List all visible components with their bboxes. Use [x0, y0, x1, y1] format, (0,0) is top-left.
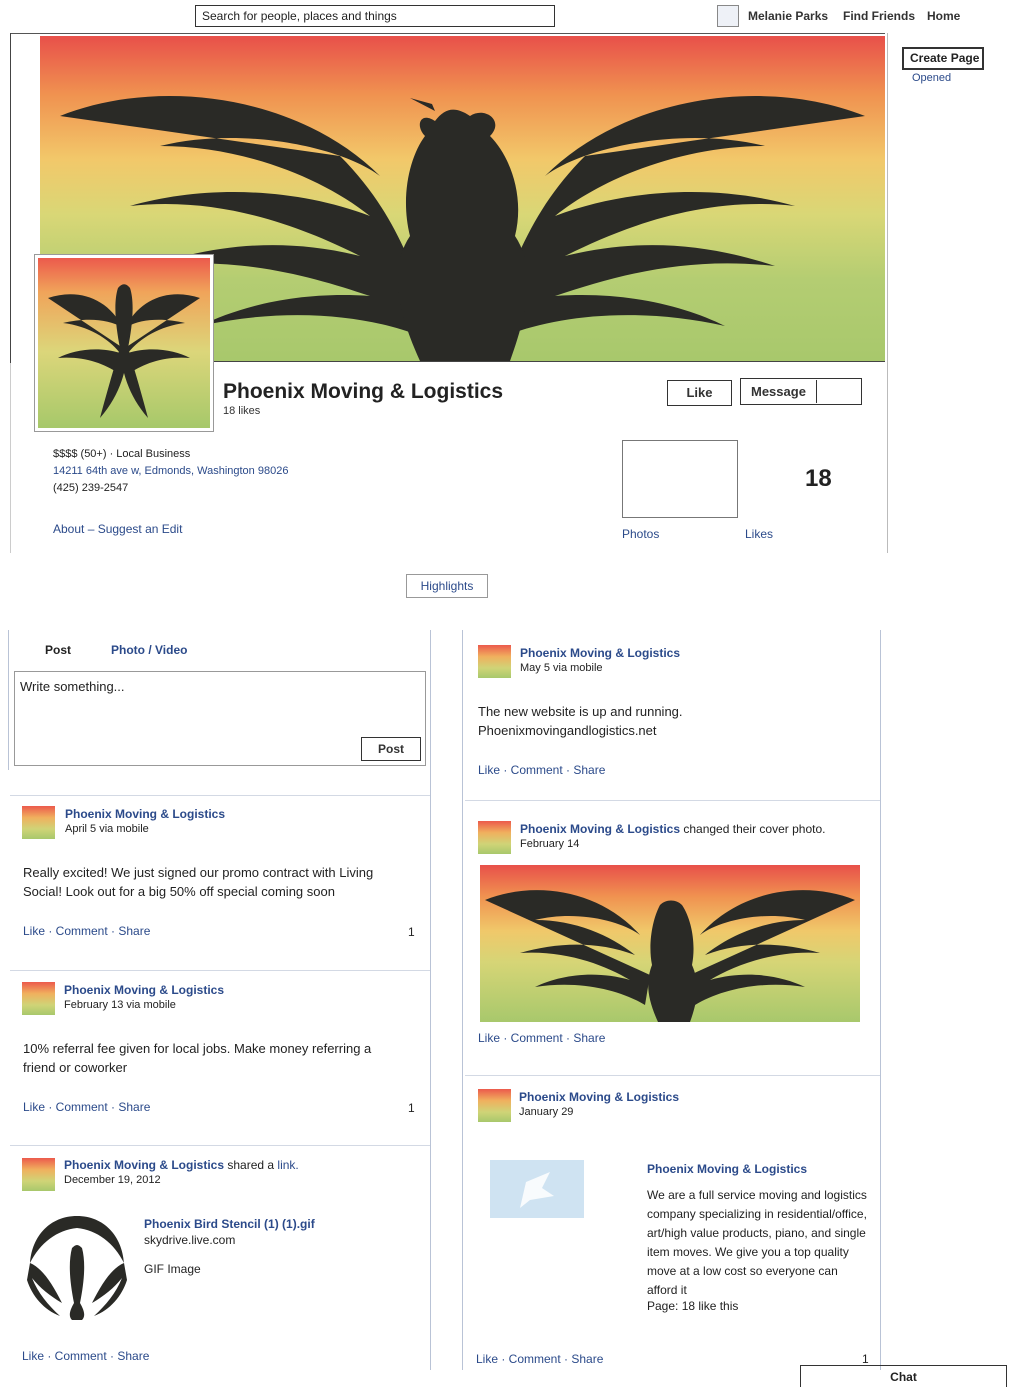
post-author-avatar[interactable] [22, 1158, 55, 1191]
page-title[interactable]: Phoenix Moving & Logistics [223, 380, 503, 404]
phoenix-cover-thumb-art [485, 890, 855, 1022]
post-separator [465, 1075, 880, 1076]
shared-page-title[interactable]: Phoenix Moving & Logistics [647, 1162, 807, 1176]
cover-photo-preview[interactable] [480, 865, 860, 1022]
page-frame-edge-lower [10, 363, 11, 553]
shared-link-domain: skydrive.live.com [144, 1233, 236, 1247]
right-column-edge [462, 630, 463, 1370]
phoenix-profile-art [48, 284, 200, 418]
highlights-toggle[interactable]: Highlights [406, 574, 488, 598]
business-address[interactable]: 14211 64th ave w, Edmonds, Washington 98… [53, 465, 288, 477]
post-action-text: shared a [227, 1158, 275, 1172]
find-friends-link[interactable]: Find Friends [843, 9, 915, 23]
post-separator [10, 1145, 430, 1146]
post-separator [10, 970, 430, 971]
search-input[interactable]: Search for people, places and things [195, 5, 555, 27]
create-page-button[interactable]: Create Page [902, 47, 984, 70]
shared-page-description: We are a full service moving and logisti… [647, 1188, 867, 1297]
post-actions[interactable]: Like · Comment · Share [22, 1349, 149, 1363]
post-author-link[interactable]: Phoenix Moving & Logistics [65, 807, 225, 821]
post-author-avatar[interactable] [22, 806, 55, 839]
home-link[interactable]: Home [927, 9, 960, 23]
business-category: $$$$ (50+) · Local Business [53, 448, 191, 460]
composer-tab-post[interactable]: Post [45, 643, 71, 657]
page-frame-edge [10, 33, 11, 363]
post-body: Really excited! We just signed our promo… [23, 865, 374, 899]
rail-opened-link[interactable]: Opened [912, 72, 951, 84]
post-author-avatar[interactable] [478, 645, 511, 678]
page-placeholder-icon [520, 1172, 554, 1208]
post-actions[interactable]: Like · Comment · Share [478, 763, 605, 777]
post-actions[interactable]: Like · Comment · Share [23, 1100, 150, 1114]
post-author-link[interactable]: Phoenix Moving & Logistics [520, 646, 680, 660]
chat-tab[interactable]: Chat [800, 1365, 1007, 1387]
page-likes-summary: 18 likes [223, 405, 261, 417]
post-body-line: The new website is up and running. [478, 704, 683, 719]
post-author-link[interactable]: Phoenix Moving & Logistics [64, 983, 224, 997]
composer-post-button[interactable]: Post [361, 737, 421, 761]
link-preview-image[interactable] [22, 1208, 132, 1323]
post-like-count[interactable]: 1 [862, 1352, 869, 1366]
composer-tab-photo-video[interactable]: Photo / Video [111, 643, 187, 657]
photos-link[interactable]: Photos [622, 527, 659, 541]
post-timestamp[interactable]: January 29 [519, 1106, 573, 1118]
post-timestamp[interactable]: February 14 [520, 838, 579, 850]
shared-page-likes: Page: 18 like this [647, 1299, 739, 1313]
post-timestamp[interactable]: December 19, 2012 [64, 1174, 161, 1186]
likes-count: 18 [805, 465, 832, 492]
post-author-link[interactable]: Phoenix Moving & Logistics [519, 1090, 679, 1104]
about-suggest-edit-links[interactable]: About – Suggest an Edit [53, 522, 182, 536]
post-body-link[interactable]: Phoenixmovingandlogistics.net [478, 721, 657, 740]
user-name-link[interactable]: Melanie Parks [748, 9, 828, 23]
shared-link-word[interactable]: link. [277, 1158, 298, 1172]
post-author-avatar[interactable] [22, 982, 55, 1015]
post-separator [10, 795, 430, 796]
left-column-edge [8, 630, 9, 770]
post-action-text: changed their cover photo. [683, 822, 826, 836]
post-author-avatar[interactable] [478, 1089, 511, 1122]
post-timestamp[interactable]: May 5 via mobile [520, 662, 603, 674]
topbar-divider [10, 33, 885, 34]
post-author-line: Phoenix Moving & Logistics changed their… [520, 822, 825, 836]
likes-link[interactable]: Likes [745, 527, 773, 541]
post-author-link[interactable]: Phoenix Moving & Logistics [520, 822, 680, 836]
business-phone: (425) 239-2547 [53, 482, 129, 494]
rail-divider [887, 33, 888, 553]
shared-link-type: GIF Image [144, 1262, 201, 1276]
post-timestamp[interactable]: February 13 via mobile [64, 999, 176, 1011]
post-actions[interactable]: Like · Comment · Share [478, 1031, 605, 1045]
photos-thumbnail[interactable] [622, 440, 738, 518]
post-author-avatar[interactable] [478, 821, 511, 854]
right-column-right-edge [880, 630, 881, 1370]
composer-placeholder: Write something... [20, 679, 125, 694]
post-separator [465, 800, 880, 801]
profile-picture[interactable] [35, 255, 213, 431]
post-like-count[interactable]: 1 [408, 925, 415, 939]
post-actions[interactable]: Like · Comment · Share [476, 1352, 603, 1366]
phoenix-stencil-icon [27, 1216, 127, 1320]
post-like-count[interactable]: 1 [408, 1101, 415, 1115]
user-avatar[interactable] [717, 5, 739, 27]
shared-page-thumbnail[interactable] [490, 1160, 584, 1218]
message-button-divider [816, 380, 817, 403]
left-column-right-edge [430, 630, 431, 1370]
like-page-button[interactable]: Like [667, 380, 732, 406]
post-author-link[interactable]: Phoenix Moving & Logistics [64, 1158, 224, 1172]
shared-link-title[interactable]: Phoenix Bird Stencil (1) (1).gif [144, 1217, 315, 1231]
message-button[interactable]: Message [740, 378, 862, 405]
post-body: 10% referral fee given for local jobs. M… [23, 1041, 372, 1075]
post-timestamp[interactable]: April 5 via mobile [65, 823, 149, 835]
post-actions[interactable]: Like · Comment · Share [23, 924, 150, 938]
post-author-line: Phoenix Moving & Logistics shared a link… [64, 1158, 299, 1172]
